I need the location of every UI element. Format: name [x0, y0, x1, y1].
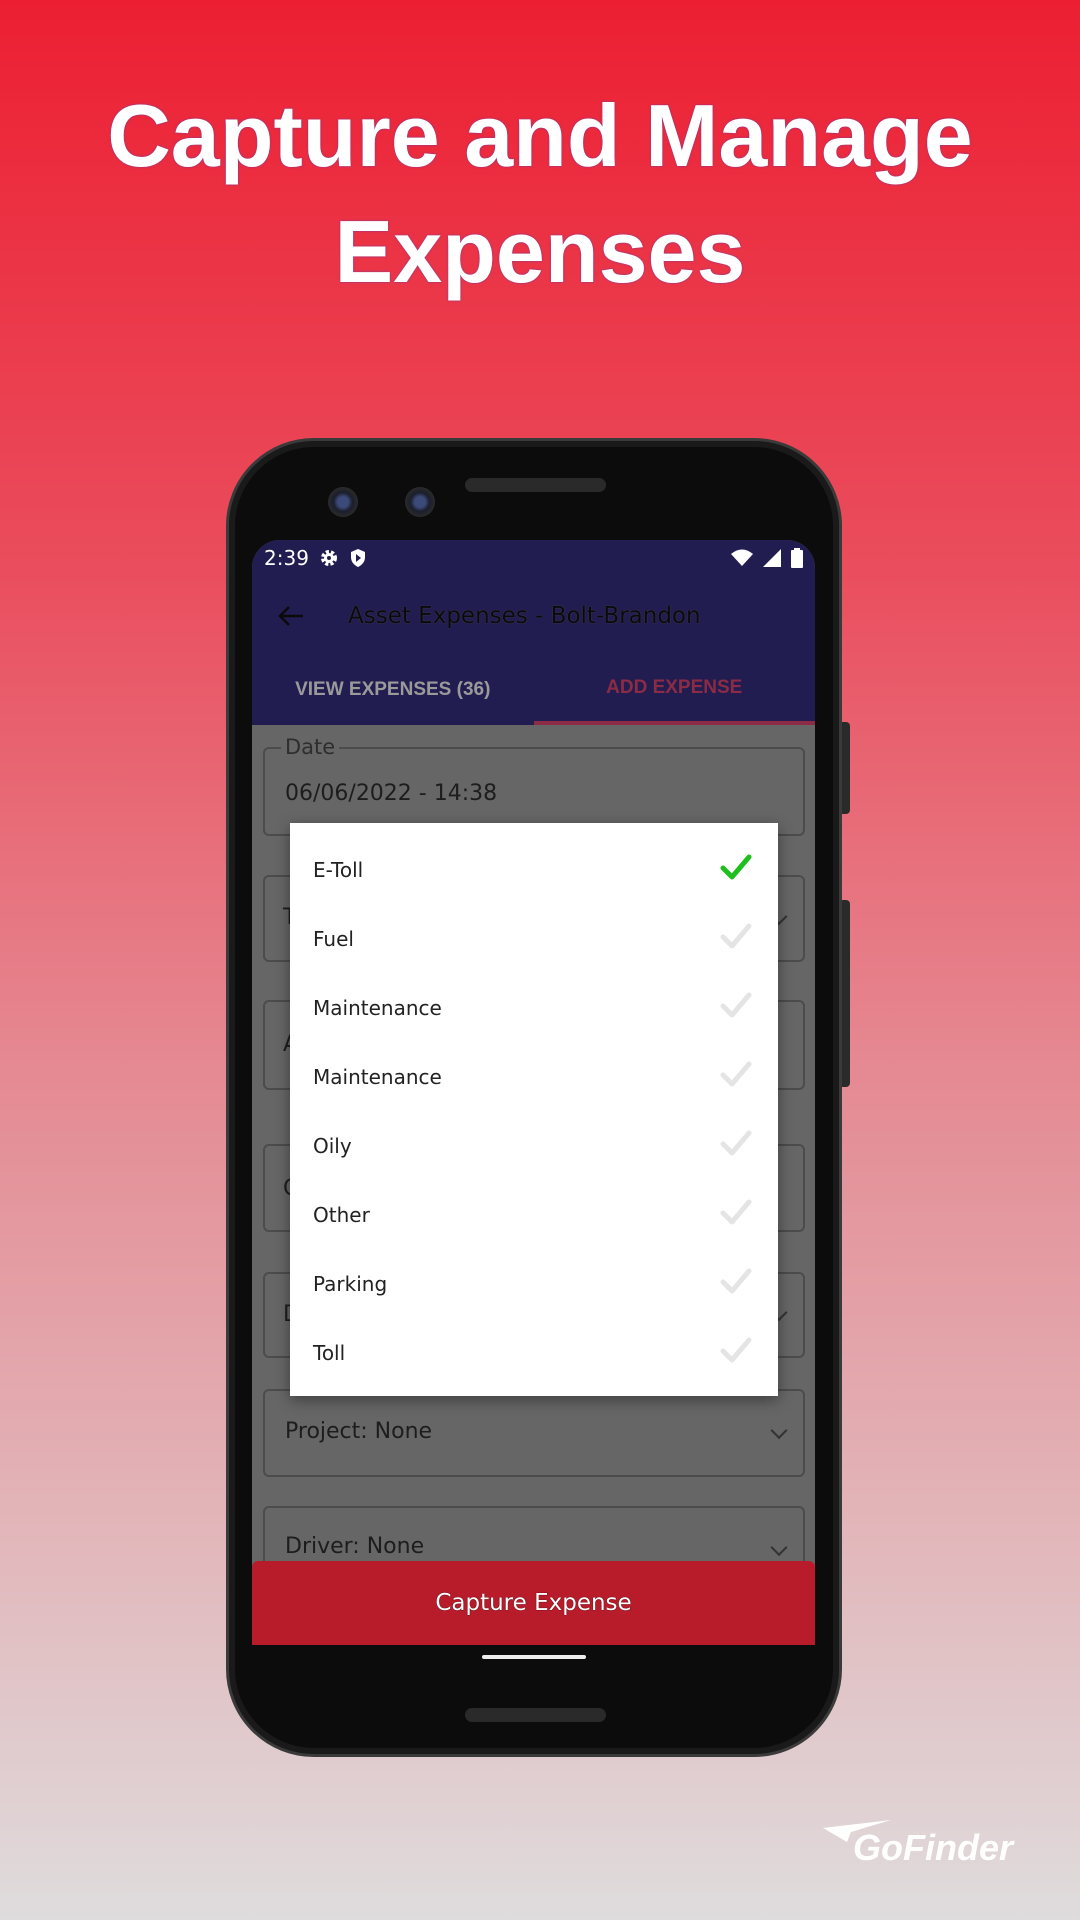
svg-text:GoFinder: GoFinder — [853, 1827, 1015, 1868]
gofinder-logo: GoFinder — [823, 1820, 1023, 1884]
checkmark-icon — [720, 922, 752, 955]
dialog-option[interactable]: Other — [290, 1180, 778, 1249]
status-bar: 2:39 — [252, 540, 815, 576]
headline-line-2: Expenses — [334, 202, 746, 301]
checkmark-icon — [720, 1336, 752, 1369]
option-label: E-Toll — [313, 857, 364, 882]
dialog-option[interactable]: Fuel — [290, 904, 778, 973]
dialog-option[interactable]: E-Toll — [290, 835, 778, 904]
tab-bar: VIEW EXPENSES (36) ADD EXPENSE — [252, 655, 815, 725]
option-label: Parking — [313, 1271, 388, 1296]
shield-play-icon — [350, 549, 365, 567]
option-label: Oily — [313, 1133, 352, 1158]
checkmark-icon — [720, 1060, 752, 1093]
front-camera-icon — [328, 487, 358, 517]
option-label: Other — [313, 1202, 370, 1227]
top-speaker — [465, 478, 606, 492]
dialog-option[interactable]: Oily — [290, 1111, 778, 1180]
option-label: Maintenance — [313, 1064, 442, 1089]
project-value: Project: None — [285, 1419, 433, 1444]
home-indicator[interactable] — [482, 1655, 586, 1659]
date-value: 06/06/2022 - 14:38 — [285, 781, 498, 806]
arrow-left-icon[interactable] — [278, 605, 304, 627]
option-label: Fuel — [313, 926, 354, 951]
app-bar: Asset Expenses - Bolt-Brandon — [252, 576, 815, 655]
capture-expense-button[interactable]: Capture Expense — [252, 1561, 815, 1645]
project-field[interactable]: Project: None — [263, 1389, 805, 1477]
option-label: Toll — [313, 1340, 346, 1365]
checkmark-icon — [720, 853, 752, 886]
volume-button — [842, 900, 850, 1087]
front-camera-icon — [405, 487, 435, 517]
chevron-down-icon — [770, 1539, 788, 1557]
wifi-icon — [731, 549, 753, 566]
dialog-option[interactable]: Maintenance — [290, 973, 778, 1042]
tab-add-expense[interactable]: ADD EXPENSE — [533, 655, 815, 725]
gear-icon — [320, 550, 337, 566]
checkmark-icon — [720, 1267, 752, 1300]
dialog-option[interactable]: Maintenance — [290, 1042, 778, 1111]
power-button — [842, 722, 850, 814]
headline-line-1: Capture and Manage — [107, 86, 973, 185]
bottom-speaker — [465, 1708, 606, 1722]
option-label: Maintenance — [313, 995, 442, 1020]
page-title: Asset Expenses - Bolt-Brandon — [348, 602, 701, 629]
tab-view-expenses[interactable]: VIEW EXPENSES (36) — [252, 655, 534, 725]
date-label: Date — [281, 735, 340, 759]
signal-icon — [763, 549, 781, 567]
checkmark-icon — [720, 1198, 752, 1231]
dialog-option[interactable]: Parking — [290, 1249, 778, 1318]
chevron-down-icon — [770, 1422, 788, 1440]
dialog-option[interactable]: Toll — [290, 1318, 778, 1387]
driver-value: Driver: None — [285, 1534, 425, 1559]
checkmark-icon — [720, 1129, 752, 1162]
headline: Capture and Manage Expenses — [0, 78, 1080, 310]
battery-icon — [791, 548, 803, 568]
checkmark-icon — [720, 991, 752, 1024]
status-time: 2:39 — [264, 546, 309, 570]
expense-type-dialog: E-Toll Fuel Maintenance Maintenance Oily Othe… — [290, 823, 778, 1396]
